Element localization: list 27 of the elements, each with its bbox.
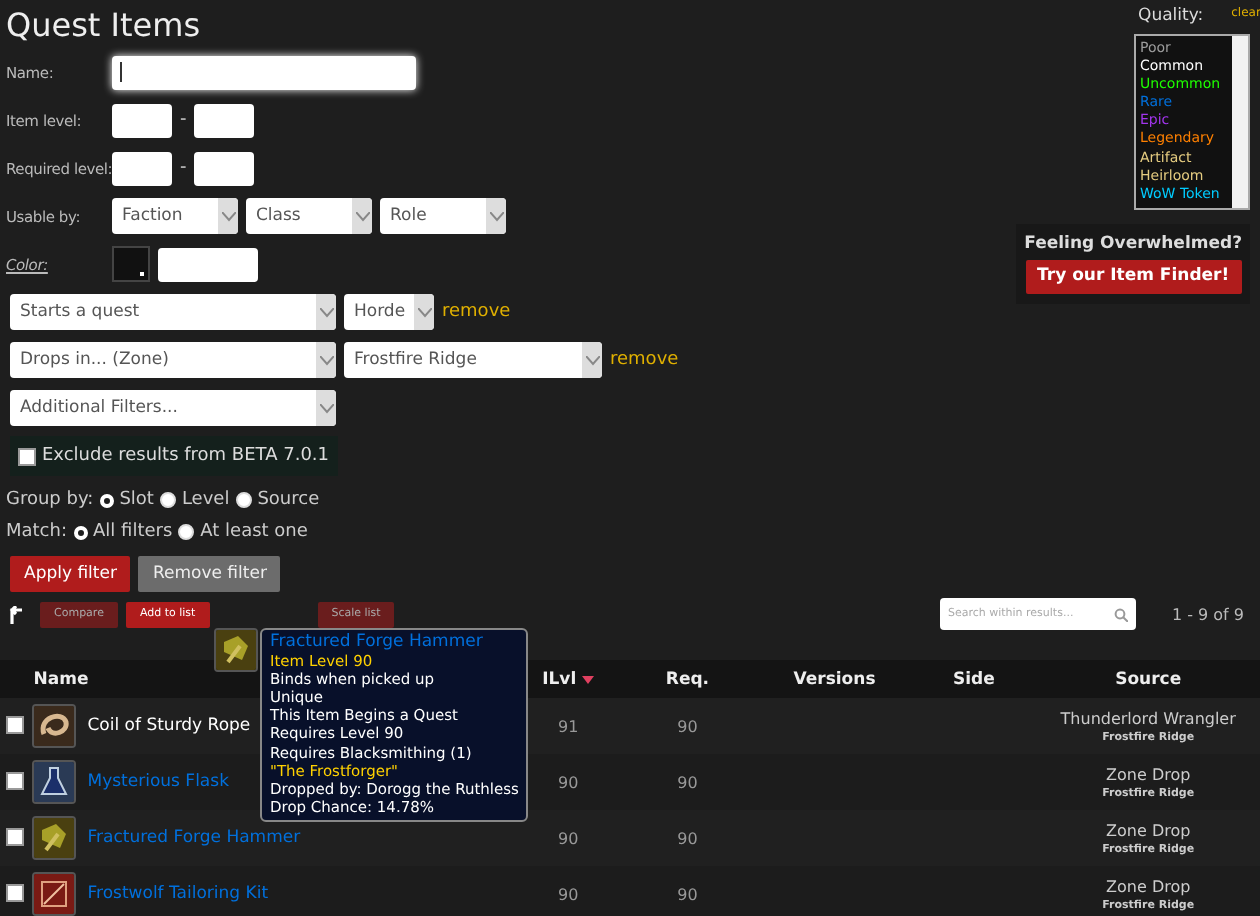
- table-cell: 90: [558, 829, 579, 847]
- promo-heading: Feeling Overwhelmed?: [1024, 233, 1242, 254]
- radio-label: At least one: [200, 522, 308, 542]
- table-cell: 90: [677, 773, 698, 791]
- page-title: Quest Items: [6, 6, 203, 44]
- table-cell: 90: [677, 885, 698, 903]
- result-count: 1 - 9 of 9: [1171, 605, 1244, 623]
- field-label: Quality:: [1138, 6, 1204, 26]
- table-cell: 91: [558, 717, 579, 735]
- table-cell: 90: [558, 773, 579, 791]
- radio-label: Slot: [119, 490, 154, 510]
- source-name: Thunderlord Wrangler: [1060, 709, 1236, 727]
- radio-label: Level: [181, 490, 230, 510]
- checkbox-label: Exclude results from BETA 7.0.1: [42, 446, 330, 466]
- field-label: Match:: [6, 522, 67, 542]
- field-label: Group by:: [6, 490, 94, 510]
- table-cell: 90: [677, 717, 698, 735]
- source-name: Zone Drop: [1106, 877, 1191, 895]
- tooltip-line: Fractured Forge Hammer: [270, 634, 485, 653]
- table-cell: 90: [558, 885, 579, 903]
- range-separator: -: [180, 158, 187, 178]
- table-cell: 90: [677, 829, 698, 847]
- radio-label: Source: [257, 490, 320, 510]
- source-name: Zone Drop: [1106, 821, 1191, 839]
- radio-label: All filters: [93, 522, 173, 542]
- range-separator: -: [180, 110, 187, 130]
- source-name: Zone Drop: [1106, 765, 1191, 783]
